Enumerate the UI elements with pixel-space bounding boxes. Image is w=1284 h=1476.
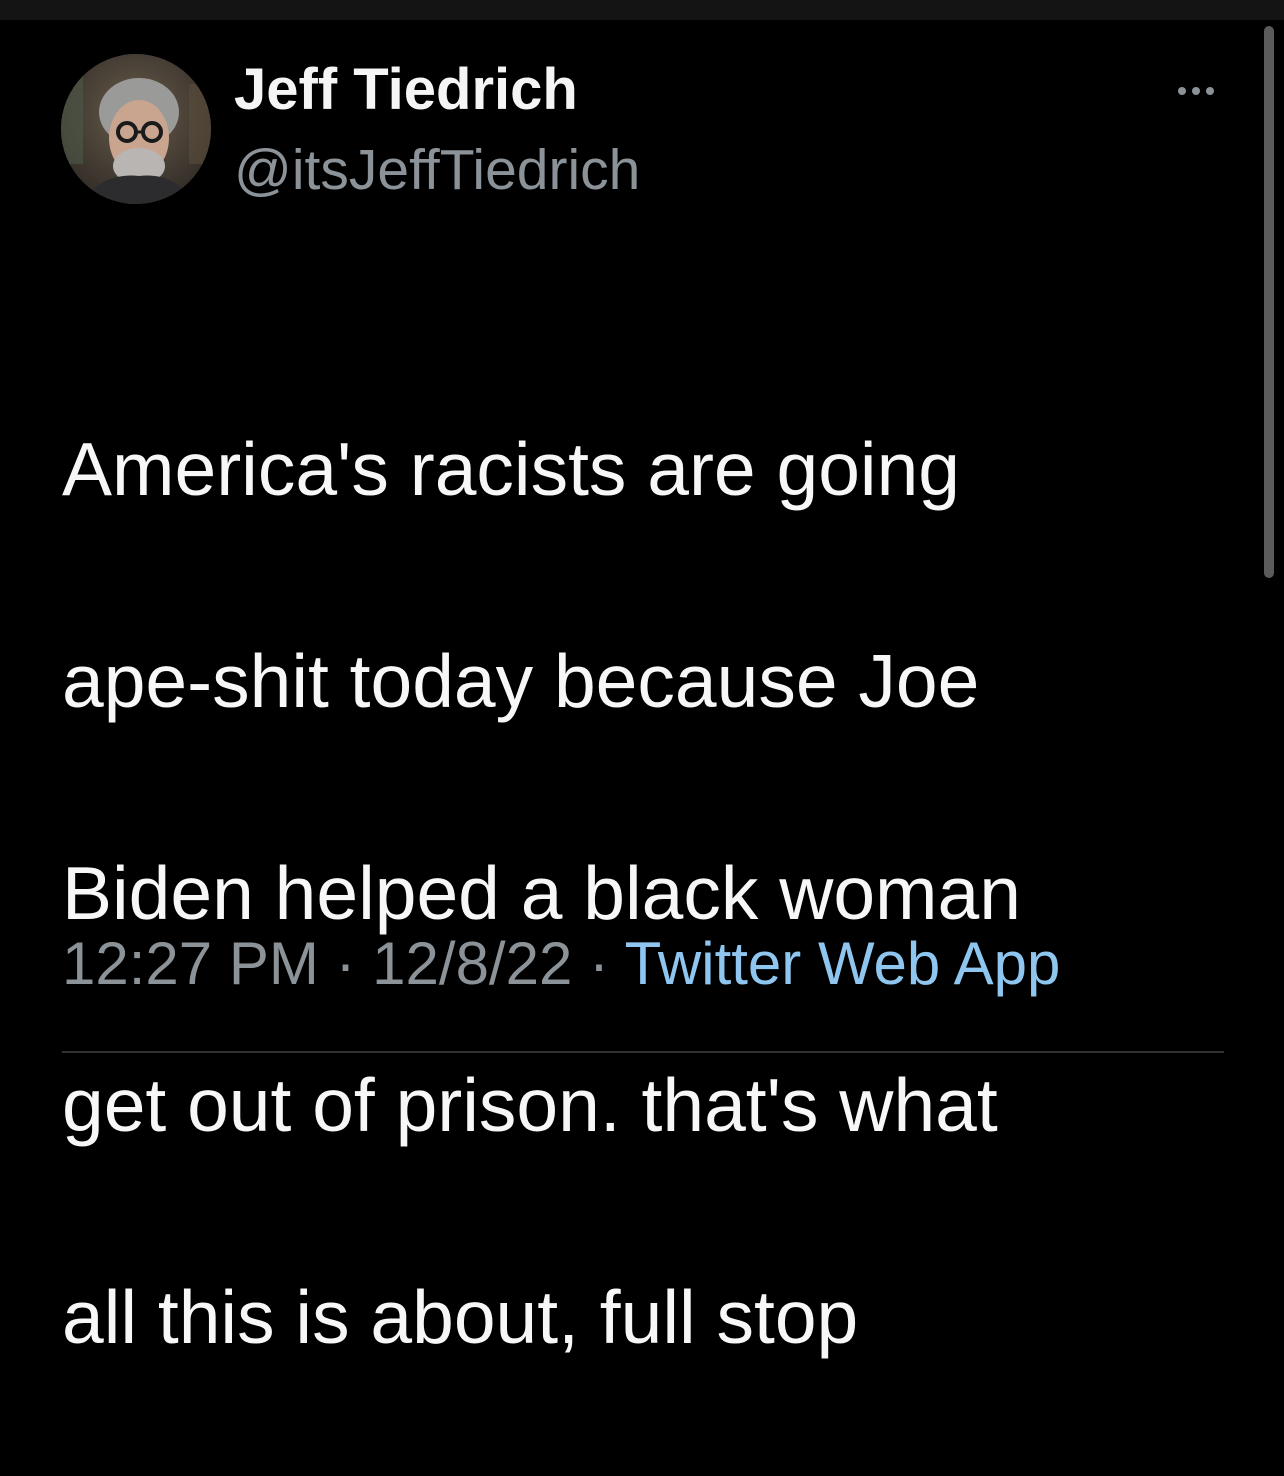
more-horizontal-icon: [1178, 87, 1186, 95]
meta-separator: ·: [335, 930, 356, 997]
author-handle[interactable]: @itsJeffTiedrich: [234, 136, 640, 204]
more-horizontal-icon: [1192, 87, 1200, 95]
tweet-date[interactable]: 12/8/22: [372, 930, 572, 997]
meta-separator: ·: [589, 930, 609, 997]
tweet-detail: Jeff Tiedrich @itsJeffTiedrich America's…: [0, 0, 1284, 1359]
divider: [62, 1051, 1224, 1053]
tweet-time[interactable]: 12:27 PM: [62, 930, 319, 997]
scrollbar[interactable]: [1264, 26, 1274, 578]
tweet-text: America's racists are going ape-shit tod…: [62, 310, 1222, 1476]
avatar-image: [61, 54, 211, 204]
more-options-button[interactable]: [1168, 74, 1224, 108]
tweet-text-line: get out of prison. that's what: [62, 1063, 998, 1147]
avatar[interactable]: [61, 54, 211, 204]
tweet-metadata: 12:27 PM · 12/8/22 · Twitter Web App: [62, 926, 1060, 1002]
tweet-text-line: America's racists are going: [62, 427, 960, 511]
more-horizontal-icon: [1206, 87, 1214, 95]
tweet-text-line: all this is about, full stop: [62, 1275, 859, 1359]
author-name[interactable]: Jeff Tiedrich: [234, 56, 578, 124]
tweet-source-link[interactable]: Twitter Web App: [625, 930, 1061, 997]
tweet-text-line: ape-shit today because Joe: [62, 639, 980, 723]
